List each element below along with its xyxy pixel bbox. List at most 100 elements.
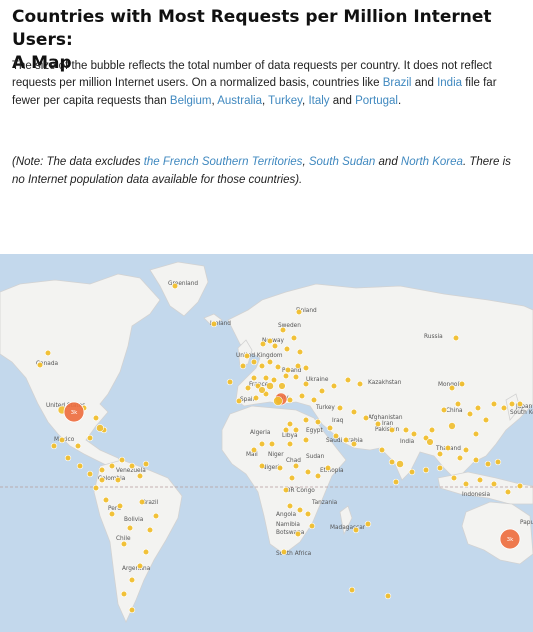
country-bubble[interactable] xyxy=(98,476,106,484)
country-bubble[interactable] xyxy=(286,396,294,404)
country-bubble[interactable] xyxy=(283,345,291,353)
country-bubble[interactable] xyxy=(294,530,302,538)
country-bubble[interactable] xyxy=(278,382,286,390)
country-bubble[interactable] xyxy=(136,472,144,480)
country-bubble[interactable] xyxy=(286,420,294,428)
country-bubble[interactable] xyxy=(128,462,136,470)
country-bubble[interactable] xyxy=(146,526,154,534)
country-bubble[interactable] xyxy=(284,366,292,374)
country-bubble[interactable] xyxy=(472,456,480,464)
country-bubble[interactable] xyxy=(126,524,134,532)
country-bubble[interactable] xyxy=(274,363,282,371)
country-bubble[interactable] xyxy=(482,416,490,424)
country-bubble[interactable] xyxy=(210,320,218,328)
country-bubble[interactable] xyxy=(279,326,287,334)
country-bubble[interactable] xyxy=(86,470,94,478)
country-bubble[interactable] xyxy=(250,446,258,454)
country-bubble[interactable] xyxy=(118,456,126,464)
country-bubble[interactable] xyxy=(326,424,334,432)
country-bubble[interactable] xyxy=(490,480,498,488)
country-bubble[interactable] xyxy=(58,436,66,444)
country-bubble[interactable] xyxy=(302,380,310,388)
country-bubble[interactable] xyxy=(50,442,58,450)
country-bubble[interactable] xyxy=(120,590,128,598)
country-bubble[interactable] xyxy=(258,362,266,370)
country-bubble[interactable] xyxy=(252,394,260,402)
country-bubble[interactable] xyxy=(239,362,247,370)
country-bubble[interactable] xyxy=(268,440,276,448)
country-bubble[interactable] xyxy=(422,466,430,474)
country-bubble[interactable] xyxy=(444,444,452,452)
country-bubble[interactable] xyxy=(304,510,312,518)
country-bubble[interactable] xyxy=(374,420,382,428)
country-bubble[interactable] xyxy=(378,446,386,454)
country-bubble[interactable] xyxy=(286,440,294,448)
country-bubble[interactable] xyxy=(171,282,179,290)
country-bubble[interactable] xyxy=(384,592,392,600)
country-bubble[interactable] xyxy=(302,364,310,372)
country-bubble[interactable] xyxy=(350,440,358,448)
country-bubble[interactable] xyxy=(324,464,332,472)
country-bubble[interactable] xyxy=(138,498,146,506)
country-bubble[interactable] xyxy=(296,348,304,356)
country-bubble[interactable] xyxy=(476,476,484,484)
country-bubble[interactable] xyxy=(428,426,436,434)
country-bubble[interactable] xyxy=(271,342,279,350)
country-bubble[interactable] xyxy=(436,464,444,472)
country-bubble[interactable] xyxy=(128,576,136,584)
country-bubble[interactable] xyxy=(114,476,122,484)
country-bubble[interactable] xyxy=(448,422,456,430)
country-bubble[interactable] xyxy=(436,450,444,458)
country-bubble[interactable] xyxy=(516,400,524,408)
country-bubble[interactable] xyxy=(296,506,304,514)
link-australia[interactable]: Australia xyxy=(217,95,262,107)
country-bubble[interactable] xyxy=(142,460,150,468)
country-bubble[interactable] xyxy=(336,404,344,412)
country-bubble[interactable] xyxy=(120,540,128,548)
country-bubble[interactable] xyxy=(516,482,524,490)
link-french-southern-territories[interactable]: the French Southern Territories xyxy=(144,156,303,168)
country-bubble[interactable] xyxy=(388,458,396,466)
country-bubble[interactable] xyxy=(348,586,356,594)
link-italy[interactable]: Italy xyxy=(308,95,329,107)
country-bubble[interactable] xyxy=(500,404,508,412)
country-bubble[interactable] xyxy=(456,454,464,462)
country-bubble[interactable] xyxy=(266,358,274,366)
country-bubble[interactable] xyxy=(258,386,266,394)
country-bubble[interactable] xyxy=(258,462,266,470)
country-bubble[interactable] xyxy=(108,510,116,518)
country-bubble[interactable] xyxy=(302,416,310,424)
country-bubble[interactable] xyxy=(243,352,251,360)
country-bubble[interactable] xyxy=(402,426,410,434)
country-bubble[interactable] xyxy=(36,361,44,369)
link-portugal[interactable]: Portugal xyxy=(355,95,398,107)
country-bubble[interactable] xyxy=(392,478,400,486)
country-bubble[interactable] xyxy=(226,378,234,386)
country-bubble[interactable] xyxy=(304,468,312,476)
country-bubble[interactable] xyxy=(314,418,322,426)
country-bubble[interactable] xyxy=(270,376,278,384)
country-bubble[interactable] xyxy=(116,502,124,510)
country-bubble[interactable] xyxy=(408,468,416,476)
country-bubble[interactable] xyxy=(266,337,274,345)
country-bubble[interactable] xyxy=(454,400,462,408)
country-bubble[interactable] xyxy=(282,486,290,494)
country-bubble[interactable] xyxy=(472,430,480,438)
country-bubble[interactable] xyxy=(102,496,110,504)
country-bubble[interactable] xyxy=(362,414,370,422)
country-bubble[interactable] xyxy=(440,406,448,414)
country-bubble[interactable] xyxy=(308,522,316,530)
country-bubble[interactable] xyxy=(292,462,300,470)
link-south-sudan[interactable]: South Sudan xyxy=(309,156,376,168)
country-bubble[interactable] xyxy=(64,454,72,462)
country-bubble[interactable] xyxy=(258,440,266,448)
country-bubble[interactable] xyxy=(474,404,482,412)
country-bubble[interactable] xyxy=(76,462,84,470)
link-brazil[interactable]: Brazil xyxy=(383,77,412,89)
world-map[interactable]: GreenlandIcelandFinlandSwedenNorwayCanad… xyxy=(0,254,533,632)
country-bubble[interactable] xyxy=(266,382,274,390)
country-bubble[interactable] xyxy=(364,520,372,528)
country-bubble[interactable] xyxy=(330,382,338,390)
country-bubble[interactable] xyxy=(128,606,136,614)
country-bubble[interactable] xyxy=(396,460,404,468)
